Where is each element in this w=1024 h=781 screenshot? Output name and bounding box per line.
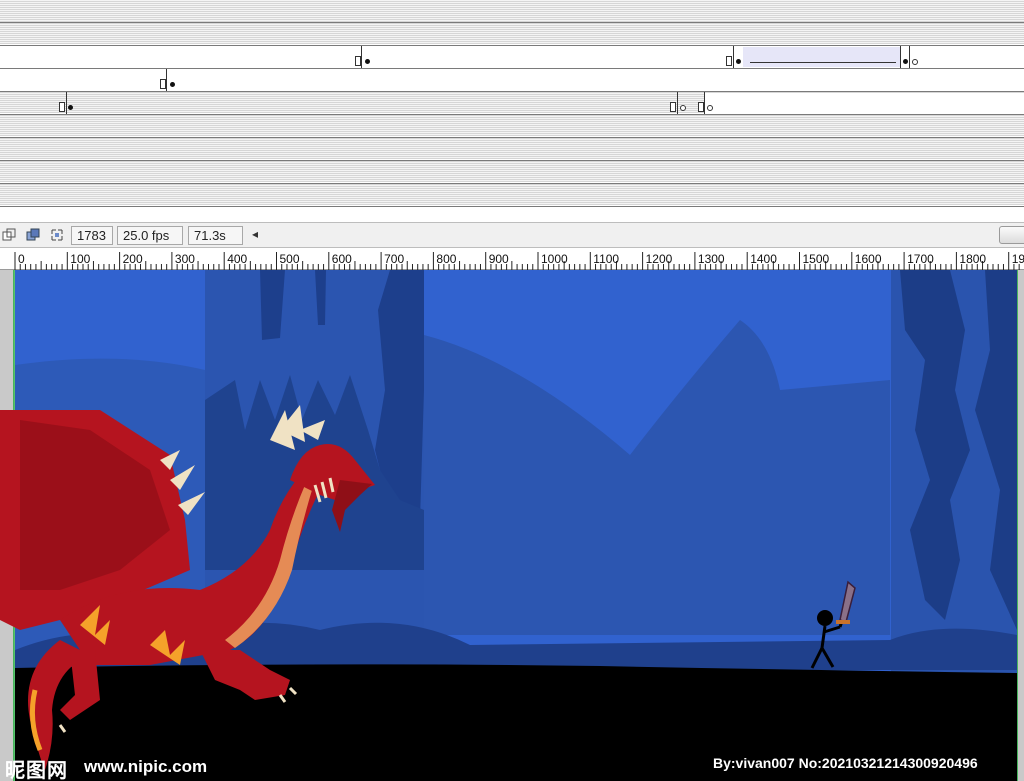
ruler-tick-label: 600 — [331, 252, 352, 266]
keyframe-marker[interactable] — [733, 46, 734, 68]
ruler-tick-label: 1000 — [541, 252, 568, 266]
keyframe-marker[interactable] — [704, 92, 705, 114]
motion-tween-span[interactable] — [743, 47, 901, 67]
keyframe-box[interactable] — [160, 79, 166, 89]
timeline-layer-row[interactable] — [0, 22, 1024, 44]
horizontal-scrollbar-thumb[interactable] — [999, 226, 1024, 244]
keyframe-dot[interactable] — [68, 105, 73, 110]
ruler-tick-label: 1100 — [593, 252, 620, 266]
timeline-panel — [0, 0, 1024, 222]
ruler-tick-label: 900 — [488, 252, 509, 266]
timeline-layer-row[interactable] — [0, 0, 1024, 22]
timeline-layer-row[interactable] — [0, 114, 1024, 136]
keyframe-hollow[interactable] — [707, 105, 713, 111]
keyframe-dot[interactable] — [903, 59, 908, 64]
frame-rate-field[interactable]: 25.0 fps — [117, 226, 183, 245]
ruler-tick-label: 1700 — [907, 252, 934, 266]
ruler-tick-label: 19 — [1011, 252, 1024, 266]
scroll-left-arrow-icon[interactable]: ◂ — [252, 227, 258, 241]
keyframe-marker[interactable] — [361, 46, 362, 68]
timeline-layer-row[interactable] — [0, 45, 1024, 68]
stickman-head — [817, 610, 833, 626]
ruler-tick-label: 100 — [70, 252, 91, 266]
keyframe-box[interactable] — [726, 56, 732, 66]
stage-canvas[interactable]: 昵图网 www.nipic.com By:vivan007 No:2021032… — [0, 270, 1024, 781]
timeline-layer-row[interactable] — [0, 137, 1024, 159]
ruler-tick-label: 1800 — [959, 252, 987, 266]
nipic-logo-text: 昵图网 — [5, 760, 68, 781]
edit-multiple-frames-icon[interactable] — [50, 228, 64, 242]
timeline-layer-row[interactable] — [0, 68, 1024, 91]
ruler-tick-label: 800 — [436, 252, 457, 266]
keyframe-box[interactable] — [355, 56, 361, 66]
onion-skin-outlines-icon[interactable] — [26, 228, 40, 242]
ruler-tick-label: 1500 — [802, 252, 830, 266]
ruler-tick-label: 700 — [384, 252, 405, 266]
keyframe-marker[interactable] — [909, 46, 910, 68]
ruler-tick-label: 500 — [279, 252, 300, 266]
pasteboard-right — [1017, 270, 1024, 781]
keyframe-hollow[interactable] — [912, 59, 918, 65]
onion-skin-icon[interactable] — [2, 228, 16, 242]
author-credit: By:vivan007 No:20210321214300920496 — [713, 755, 978, 771]
keyframe-dot[interactable] — [736, 59, 741, 64]
elapsed-time-field: 71.3s — [188, 226, 243, 245]
keyframe-dot[interactable] — [170, 82, 175, 87]
ruler-tick-label: 300 — [174, 252, 195, 266]
keyframe-hollow[interactable] — [680, 105, 686, 111]
ruler-tick-label: 1600 — [854, 252, 882, 266]
current-frame-field: 1783 — [71, 226, 113, 245]
sword-guard — [836, 620, 850, 624]
timeline-layer-row[interactable] — [0, 183, 1024, 205]
stage-ruler: 0 100 200 300 400 500 600 700 800 900 1000 1100 1200… — [0, 248, 1024, 270]
timeline-layer-row[interactable] — [0, 160, 1024, 182]
keyframe-marker[interactable] — [677, 92, 678, 114]
nipic-url: www.nipic.com — [84, 757, 208, 776]
timeline-status-bar: 1783 25.0 fps 71.3s ◂ — [0, 222, 1024, 248]
ruler-tick-label: 0 — [18, 252, 25, 266]
empty-frames-span — [705, 93, 1024, 113]
keyframe-dot[interactable] — [365, 59, 370, 64]
tween-arrow — [750, 62, 896, 63]
keyframe-box[interactable] — [670, 102, 676, 112]
ruler-tick-label: 1300 — [697, 252, 725, 266]
keyframe-marker[interactable] — [166, 69, 167, 91]
ruler-tick-label: 200 — [122, 252, 143, 266]
ruler-tick-label: 1400 — [750, 252, 777, 266]
keyframe-marker[interactable] — [66, 92, 67, 114]
ruler-tick-label: 1200 — [645, 252, 673, 266]
timeline-layer-row[interactable] — [0, 91, 1024, 114]
animation-scene — [0, 270, 1024, 781]
timeline-layer-row[interactable] — [0, 206, 1024, 222]
keyframe-box[interactable] — [698, 102, 704, 112]
ruler-tick-label: 400 — [227, 252, 248, 266]
keyframe-box[interactable] — [59, 102, 65, 112]
keyframe-marker[interactable] — [900, 46, 901, 68]
